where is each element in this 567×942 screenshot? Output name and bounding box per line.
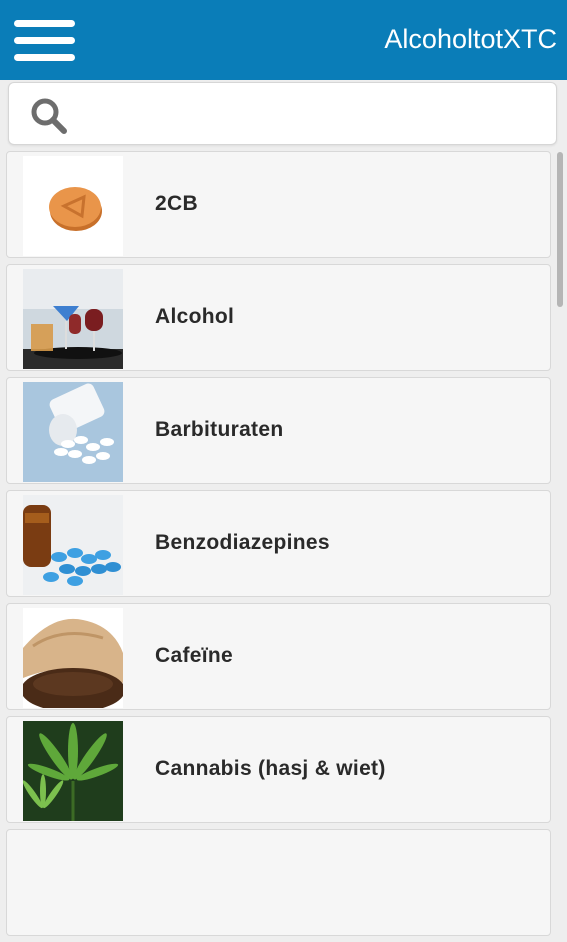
list-item-label: Cannabis (hasj & wiet) [155, 757, 386, 780]
list-item-benzodiazepines[interactable]: Benzodiazepines [6, 490, 551, 597]
cannabis-leaf-image [23, 721, 123, 821]
scrollbar[interactable] [557, 152, 563, 307]
drug-list: 2CB Alcohol Barbituraten Benzodiazepines… [6, 151, 551, 942]
blue-pills-image [23, 495, 123, 595]
list-item-label: Cafeïne [155, 644, 233, 667]
list-item-label: 2CB [155, 192, 198, 215]
app-bar: AlcoholtotXTC [0, 0, 567, 80]
list-item-cannabis[interactable]: Cannabis (hasj & wiet) [6, 716, 551, 823]
orange-pill-image [23, 156, 123, 256]
search-bar[interactable] [8, 82, 557, 145]
glasses-image [23, 269, 123, 369]
list-item-partial[interactable] [6, 829, 551, 936]
list-item-cafeine[interactable]: Cafeïne [6, 603, 551, 710]
app-title: AlcoholtotXTC [384, 24, 557, 54]
coffee-grounds-image [23, 608, 123, 708]
search-input[interactable] [79, 91, 543, 137]
list-item-label: Alcohol [155, 305, 235, 328]
list-item-label: Benzodiazepines [155, 531, 330, 554]
list-item-alcohol[interactable]: Alcohol [6, 264, 551, 371]
list-item-2cb[interactable]: 2CB [6, 151, 551, 258]
search-icon [31, 98, 67, 134]
list-item-label: Barbituraten [155, 418, 284, 441]
hamburger-menu-icon[interactable] [14, 18, 75, 62]
white-pills-image [23, 382, 123, 482]
list-item-barbituraten[interactable]: Barbituraten [6, 377, 551, 484]
